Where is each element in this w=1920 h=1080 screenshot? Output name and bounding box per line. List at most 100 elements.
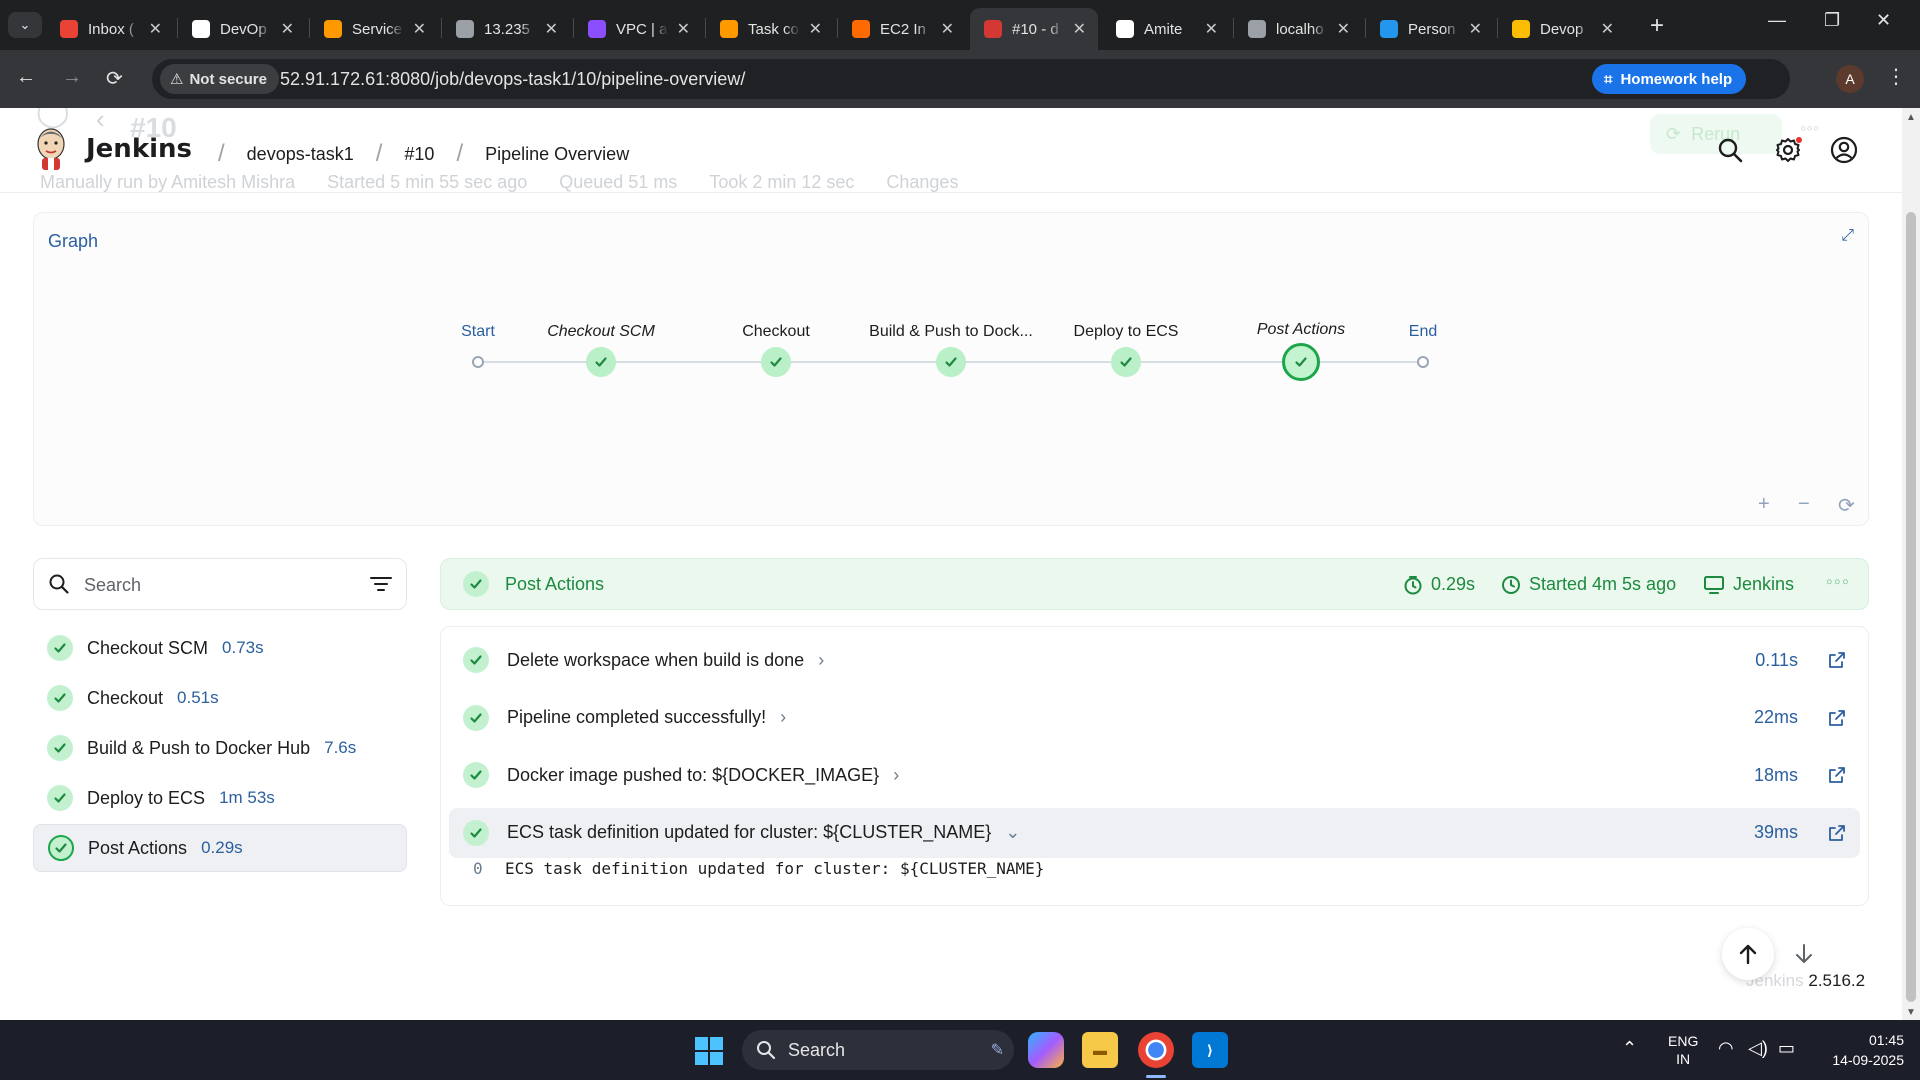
user-account-icon[interactable] <box>1830 136 1858 164</box>
tab-search-button[interactable]: ⌄ <box>8 12 42 38</box>
stage-list-item[interactable]: Post Actions 0.29s <box>33 824 407 872</box>
vscode-icon[interactable]: ⟩ <box>1192 1032 1228 1068</box>
file-explorer-icon[interactable]: ▬ <box>1082 1032 1118 1068</box>
open-external-icon[interactable] <box>1828 766 1846 784</box>
browser-tab[interactable]: EC2 In ✕ <box>838 8 966 50</box>
step-duration: 39ms <box>1753 822 1798 842</box>
pipeline-stage-node[interactable] <box>761 347 791 377</box>
stage-list-item[interactable]: Checkout SCM 0.73s <box>33 624 407 672</box>
wifi-icon[interactable]: ◠ <box>1718 1038 1734 1059</box>
browser-tab[interactable]: Amite ✕ <box>1102 8 1230 50</box>
chevron-right-icon[interactable]: › <box>818 650 824 671</box>
scroll-up-arrow-icon[interactable]: ▲ <box>1906 112 1916 123</box>
zoom-in-icon[interactable]: + <box>1758 493 1770 516</box>
browser-tab[interactable]: Devop ✕ <box>1498 8 1626 50</box>
clock-time: 01:45 <box>1868 1032 1904 1048</box>
stage-list-item[interactable]: Build & Push to Docker Hub 7.6s <box>33 724 407 772</box>
stage-duration: 0.73s <box>222 638 264 657</box>
close-tab-icon[interactable]: ✕ <box>1469 19 1482 39</box>
scroll-top-button[interactable] <box>1722 928 1774 980</box>
expand-icon[interactable]: ⤢ <box>1841 227 1854 245</box>
close-tab-icon[interactable]: ✕ <box>1337 19 1350 39</box>
reload-icon[interactable]: ⟳ <box>106 66 123 91</box>
pipeline-stage-node[interactable] <box>936 347 966 377</box>
more-options-icon[interactable]: ◦◦◦ <box>1826 571 1850 594</box>
step-row[interactable]: ECS task definition updated for cluster:… <box>449 807 1860 858</box>
browser-tab[interactable]: #10 - d ✕ <box>970 8 1098 50</box>
close-tab-icon[interactable]: ✕ <box>1601 19 1614 39</box>
taskbar-search[interactable]: Search ✎ <box>742 1030 1014 1070</box>
system-clock[interactable]: 01:45 14-09-2025 <box>1816 1030 1904 1070</box>
language-indicator[interactable]: ENG IN <box>1668 1032 1698 1068</box>
browser-menu-icon[interactable]: ⋮ <box>1886 64 1906 89</box>
close-window-icon[interactable]: ✕ <box>1876 10 1891 31</box>
security-chip[interactable]: ⚠ Not secure <box>160 64 279 94</box>
battery-icon[interactable]: ▭ <box>1778 1038 1795 1059</box>
restore-icon[interactable]: ❐ <box>1824 10 1840 31</box>
close-tab-icon[interactable]: ✕ <box>545 19 558 39</box>
scroll-bottom-button[interactable] <box>1778 928 1830 980</box>
browser-tab[interactable]: DevOp ✕ <box>178 8 306 50</box>
browser-tab[interactable]: 13.235 ✕ <box>442 8 570 50</box>
open-external-icon[interactable] <box>1828 651 1846 669</box>
breadcrumb-page[interactable]: Pipeline Overview <box>485 144 629 165</box>
notion-icon <box>192 20 210 38</box>
close-tab-icon[interactable]: ✕ <box>281 19 294 39</box>
back-icon[interactable]: ← <box>16 66 36 89</box>
close-tab-icon[interactable]: ✕ <box>1205 19 1218 39</box>
profile-avatar[interactable]: A <box>1836 65 1864 93</box>
chevron-right-icon[interactable]: › <box>780 707 786 728</box>
success-check-icon <box>47 685 73 711</box>
close-tab-icon[interactable]: ✕ <box>149 19 162 39</box>
volume-icon[interactable]: ◁) <box>1748 1038 1768 1059</box>
scroll-down-arrow-icon[interactable]: ▼ <box>1906 1007 1916 1018</box>
pipeline-stage-node[interactable] <box>1111 347 1141 377</box>
browser-tab[interactable]: Service ✕ <box>310 8 438 50</box>
tray-overflow-icon[interactable]: ⌃ <box>1622 1038 1637 1059</box>
zoom-out-icon[interactable]: − <box>1798 493 1810 516</box>
breadcrumb-build[interactable]: #10 <box>404 144 434 165</box>
step-row[interactable]: Delete workspace when build is done › 0.11… <box>449 635 1860 685</box>
log-line-number[interactable]: 0 <box>473 859 505 878</box>
browser-tab[interactable]: VPC | a ✕ <box>574 8 702 50</box>
stage-list-item[interactable]: Checkout 0.51s <box>33 674 407 722</box>
jenkins-logo-icon[interactable] <box>34 124 68 172</box>
chevron-down-icon[interactable]: ⌄ <box>1005 822 1020 843</box>
url-text[interactable]: 52.91.172.61:8080/job/devops-task1/10/pi… <box>280 69 745 90</box>
browser-tab[interactable]: localho ✕ <box>1234 8 1362 50</box>
pipeline-stage-node[interactable] <box>586 347 616 377</box>
minimize-icon[interactable]: — <box>1768 10 1786 31</box>
windows-start-icon[interactable] <box>694 1036 724 1066</box>
reset-zoom-icon[interactable]: ⟳ <box>1838 493 1855 518</box>
step-row[interactable]: Pipeline completed successfully! › 22ms <box>449 693 1860 743</box>
browser-tab[interactable]: Task co ✕ <box>706 8 834 50</box>
close-tab-icon[interactable]: ✕ <box>941 19 954 39</box>
stage-list-item[interactable]: Deploy to ECS 1m 53s <box>33 774 407 822</box>
close-tab-icon[interactable]: ✕ <box>677 19 690 39</box>
homework-help-button[interactable]: ⌗ Homework help <box>1592 64 1747 94</box>
close-tab-icon[interactable]: ✕ <box>413 19 426 39</box>
chrome-icon[interactable] <box>1138 1032 1174 1068</box>
browser-tab[interactable]: Inbox (✕ <box>46 8 174 50</box>
scrollbar-thumb[interactable] <box>1906 212 1916 1002</box>
copilot-icon[interactable] <box>1028 1032 1064 1068</box>
forward-icon[interactable]: → <box>62 66 82 89</box>
filter-icon[interactable] <box>370 575 392 593</box>
breadcrumb-job[interactable]: devops-task1 <box>247 144 354 165</box>
page-scrollbar[interactable]: ▲ ▼ <box>1902 108 1920 1020</box>
open-external-icon[interactable] <box>1828 824 1846 842</box>
pipeline-stage-node[interactable] <box>1282 343 1320 381</box>
gear-icon[interactable] <box>1774 136 1802 164</box>
stage-agent[interactable]: Jenkins <box>1703 574 1794 595</box>
search-icon[interactable] <box>1716 136 1744 164</box>
jenkins-brand[interactable]: Jenkins <box>86 134 192 164</box>
close-tab-icon[interactable]: ✕ <box>1073 19 1086 39</box>
browser-tab[interactable]: Person ✕ <box>1366 8 1494 50</box>
omnibox[interactable]: ⚠ Not secure 52.91.172.61:8080/job/devop… <box>152 59 1790 99</box>
step-row[interactable]: Docker image pushed to: ${DOCKER_IMAGE} ›… <box>449 750 1860 800</box>
new-tab-button[interactable]: + <box>1650 12 1664 40</box>
close-tab-icon[interactable]: ✕ <box>809 19 822 39</box>
chevron-right-icon[interactable]: › <box>893 765 899 786</box>
open-external-icon[interactable] <box>1828 709 1846 727</box>
stage-search-input[interactable] <box>84 571 344 599</box>
